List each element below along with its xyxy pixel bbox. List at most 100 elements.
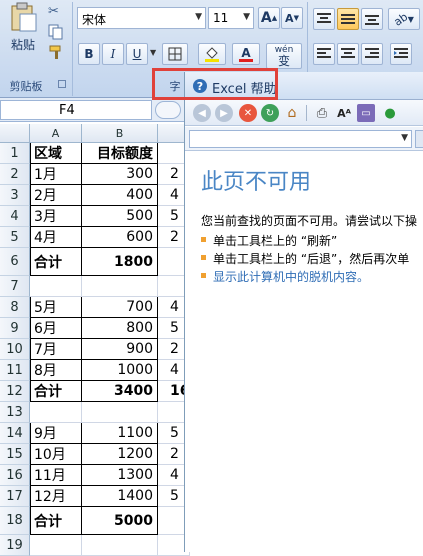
cell-a[interactable]: 10月: [30, 444, 82, 465]
cell-a[interactable]: 8月: [30, 360, 82, 381]
row-header[interactable]: 3: [0, 185, 30, 206]
cell-b[interactable]: 5000: [82, 507, 158, 535]
group-separator: [72, 2, 73, 96]
row-header[interactable]: 7: [0, 276, 30, 297]
select-all-corner[interactable]: [0, 124, 30, 143]
row-header[interactable]: 8: [0, 297, 30, 318]
print-icon[interactable]: ⎙: [313, 104, 331, 122]
cell-b[interactable]: 600: [82, 227, 158, 248]
back-icon[interactable]: ◀: [193, 104, 211, 122]
align-left-button[interactable]: [313, 43, 335, 65]
row-header[interactable]: 14: [0, 423, 30, 444]
row-header[interactable]: 13: [0, 402, 30, 423]
underline-dropdown-icon[interactable]: ▼: [150, 48, 156, 57]
cell-a[interactable]: 9月: [30, 423, 82, 444]
cell-b[interactable]: 900: [82, 339, 158, 360]
row-header[interactable]: 6: [0, 248, 30, 276]
book-icon[interactable]: ▭: [357, 104, 375, 122]
dialog-launcher-icon[interactable]: [58, 80, 66, 88]
fill-color-button[interactable]: [198, 43, 226, 65]
cell-b[interactable]: 1100: [82, 423, 158, 444]
cell-b[interactable]: 1000: [82, 360, 158, 381]
cell-a[interactable]: 7月: [30, 339, 82, 360]
search-input[interactable]: ▼: [189, 130, 412, 148]
bold-button[interactable]: B: [78, 43, 100, 65]
row-header[interactable]: 19: [0, 535, 30, 556]
cell-a[interactable]: 12月: [30, 486, 82, 507]
phonetic-button[interactable]: wén 变: [266, 43, 302, 69]
copy-icon[interactable]: [48, 24, 64, 40]
cell-b[interactable]: 1400: [82, 486, 158, 507]
align-middle-button[interactable]: [337, 8, 359, 30]
font-size-icon[interactable]: Aᴬ: [335, 104, 353, 122]
row-header[interactable]: 2: [0, 164, 30, 185]
align-right-button[interactable]: [361, 43, 383, 65]
cell-b[interactable]: 1300: [82, 465, 158, 486]
cell-a[interactable]: 合计: [30, 248, 82, 276]
cell-b[interactable]: 1800: [82, 248, 158, 276]
row-header[interactable]: 16: [0, 465, 30, 486]
borders-button[interactable]: [162, 43, 188, 65]
cell-b[interactable]: [82, 535, 158, 556]
cell-a[interactable]: [30, 535, 82, 556]
align-top-button[interactable]: [313, 8, 335, 30]
font-name-select[interactable]: 宋体 ▼: [77, 7, 206, 29]
row-header[interactable]: 18: [0, 507, 30, 535]
font-color-button[interactable]: A: [232, 43, 260, 65]
cell-b[interactable]: 400: [82, 185, 158, 206]
cell-b[interactable]: 700: [82, 297, 158, 318]
row-header[interactable]: 15: [0, 444, 30, 465]
row-header[interactable]: 1: [0, 143, 30, 164]
home-icon[interactable]: ⌂: [283, 104, 301, 122]
orientation-button[interactable]: ab ▼: [388, 8, 420, 30]
cell-b[interactable]: 目标额度: [82, 143, 158, 164]
cell-b[interactable]: 3400: [82, 381, 158, 402]
row-header[interactable]: 17: [0, 486, 30, 507]
paste-button[interactable]: 粘贴: [4, 2, 42, 58]
name-box[interactable]: F4: [0, 100, 152, 120]
row-header[interactable]: 4: [0, 206, 30, 227]
row-header[interactable]: 5: [0, 227, 30, 248]
cell-a[interactable]: 1月: [30, 164, 82, 185]
shrink-font-button[interactable]: A ▼: [281, 7, 303, 29]
cell-a[interactable]: 6月: [30, 318, 82, 339]
cell-a[interactable]: 4月: [30, 227, 82, 248]
decrease-indent-button[interactable]: [390, 43, 412, 65]
align-bottom-button[interactable]: [361, 8, 383, 30]
cell-a[interactable]: [30, 276, 82, 297]
cell-a[interactable]: 3月: [30, 206, 82, 227]
stop-icon[interactable]: ✕: [239, 104, 257, 122]
pin-icon[interactable]: ●: [381, 104, 399, 122]
align-center-button[interactable]: [337, 43, 359, 65]
cell-b[interactable]: 500: [82, 206, 158, 227]
column-header-a[interactable]: A: [30, 124, 82, 143]
cell-a[interactable]: 合计: [30, 507, 82, 535]
column-header-b[interactable]: B: [82, 124, 158, 143]
underline-button[interactable]: U: [126, 43, 148, 65]
row-header[interactable]: 9: [0, 318, 30, 339]
cell-a[interactable]: 2月: [30, 185, 82, 206]
cell-b[interactable]: 1200: [82, 444, 158, 465]
cell-a[interactable]: [30, 402, 82, 423]
cell-b[interactable]: 800: [82, 318, 158, 339]
cell-b[interactable]: [82, 402, 158, 423]
cell-b[interactable]: [82, 276, 158, 297]
name-box-dropdown-icon[interactable]: [155, 101, 181, 119]
cell-b[interactable]: 300: [82, 164, 158, 185]
row-header[interactable]: 10: [0, 339, 30, 360]
search-button[interactable]: [415, 130, 423, 148]
grow-font-button[interactable]: A ▲: [258, 7, 280, 29]
cut-icon[interactable]: ✂: [48, 4, 64, 20]
cell-a[interactable]: 合计: [30, 381, 82, 402]
cell-a[interactable]: 11月: [30, 465, 82, 486]
row-header[interactable]: 12: [0, 381, 30, 402]
row-header[interactable]: 11: [0, 360, 30, 381]
format-painter-icon[interactable]: [48, 44, 64, 60]
font-size-select[interactable]: 11 ▼: [208, 7, 254, 29]
italic-button[interactable]: I: [102, 43, 124, 65]
refresh-icon[interactable]: ↻: [261, 104, 279, 122]
forward-icon[interactable]: ▶: [215, 104, 233, 122]
help-item-offline-link[interactable]: 显示此计算机中的脱机内容。: [213, 268, 369, 285]
cell-a[interactable]: 5月: [30, 297, 82, 318]
cell-a[interactable]: 区域: [30, 143, 82, 164]
